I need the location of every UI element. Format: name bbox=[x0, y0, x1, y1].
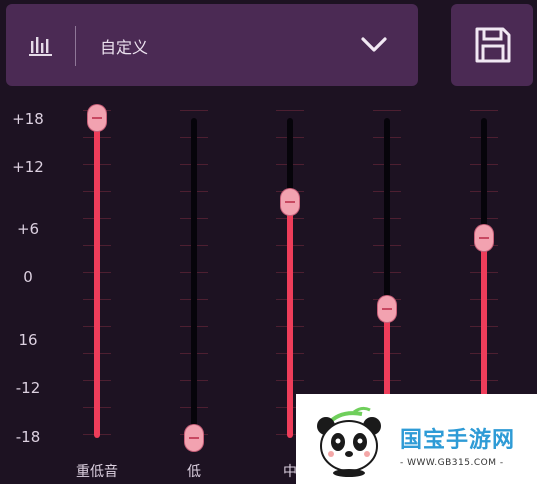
slider-track[interactable] bbox=[191, 118, 197, 438]
slider-tick bbox=[373, 110, 401, 111]
db-scale-label: +12 bbox=[12, 158, 44, 176]
save-button[interactable] bbox=[451, 4, 533, 86]
band-label: 低 bbox=[187, 464, 201, 480]
band-label: 重低音 bbox=[76, 464, 118, 480]
slider-tick bbox=[180, 110, 208, 111]
slider-fill bbox=[94, 118, 100, 438]
preset-name: 自定义 bbox=[100, 38, 149, 57]
watermark-title: 国宝手游网 bbox=[400, 428, 516, 453]
db-scale-label: -12 bbox=[15, 379, 41, 397]
watermark: 国宝手游网 - WWW.GB315.COM - bbox=[296, 394, 537, 484]
slider-handle[interactable] bbox=[185, 425, 203, 451]
watermark-url: - WWW.GB315.COM - bbox=[400, 458, 504, 468]
db-scale-label: 16 bbox=[18, 331, 38, 349]
slider-handle[interactable] bbox=[88, 105, 106, 131]
db-scale-label: +6 bbox=[16, 220, 40, 238]
preset-selector[interactable]: 自定义 bbox=[6, 4, 418, 86]
db-scale-label: -18 bbox=[15, 428, 41, 446]
equalizer-icon bbox=[29, 37, 52, 56]
chevron-down-icon[interactable] bbox=[359, 35, 389, 55]
db-scale-label: 0 bbox=[23, 268, 33, 286]
slider-fill bbox=[287, 202, 293, 438]
slider-handle[interactable] bbox=[281, 189, 299, 216]
slider-handle[interactable] bbox=[475, 225, 493, 251]
save-icon bbox=[475, 27, 511, 63]
db-scale-label: +18 bbox=[12, 110, 44, 128]
slider-handle[interactable] bbox=[378, 296, 396, 323]
slider-tick bbox=[470, 110, 498, 111]
panda-logo-icon bbox=[317, 406, 381, 477]
slider-tick bbox=[276, 110, 304, 111]
preset-divider bbox=[75, 26, 76, 66]
